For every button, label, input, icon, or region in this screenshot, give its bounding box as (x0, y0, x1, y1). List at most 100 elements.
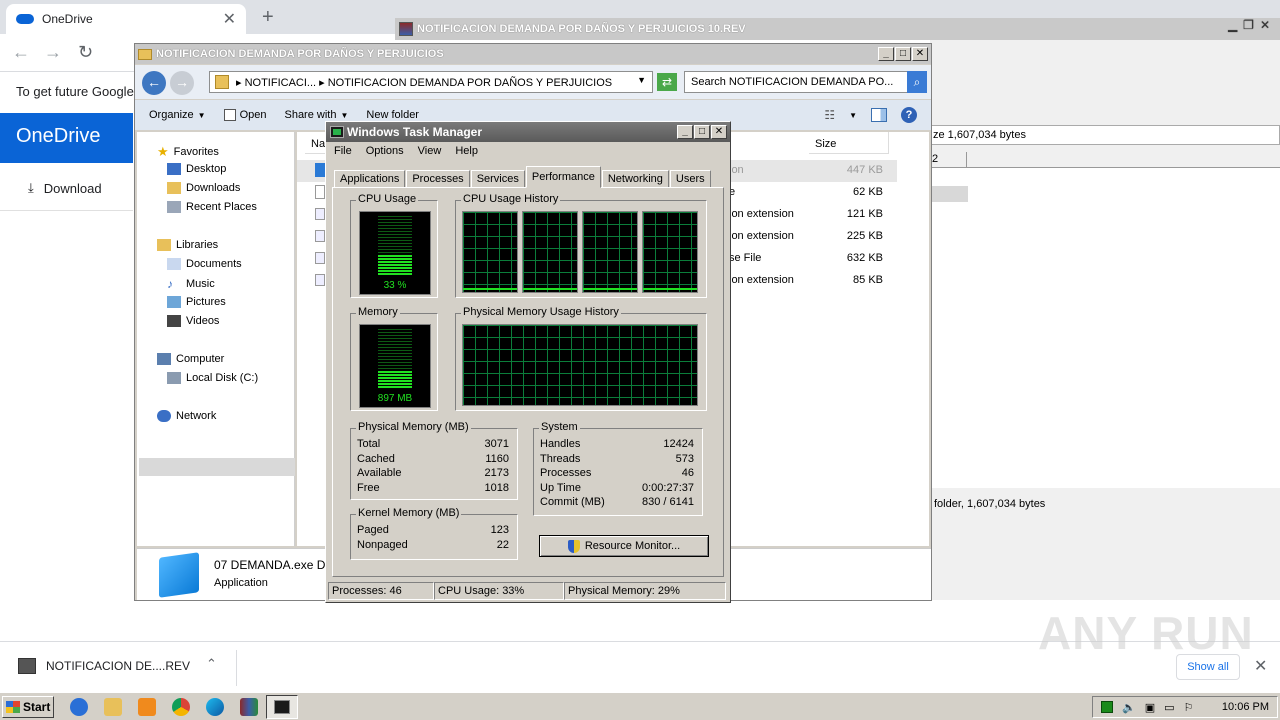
task-manager-taskbar-button[interactable] (266, 695, 298, 719)
winrar-icon[interactable] (240, 698, 258, 716)
menu-options[interactable]: Options (366, 145, 404, 160)
cpu-tray-icon[interactable] (1101, 701, 1113, 713)
resource-monitor-button[interactable]: Resource Monitor... (539, 535, 709, 557)
onedrive-cloud-icon (16, 14, 34, 24)
minimize-button[interactable]: _ (878, 47, 894, 61)
nav-item-downloads[interactable]: Downloads (167, 182, 240, 194)
stat-label: Up Time (540, 482, 581, 494)
tab-performance[interactable]: Performance (525, 166, 601, 188)
start-label: Start (23, 700, 51, 714)
memory-group: Memory 897 MB (350, 306, 438, 411)
close-button[interactable]: ✕ (912, 47, 928, 61)
cpu-usage-meter: 33 % (359, 211, 431, 295)
menu-help[interactable]: Help (455, 145, 478, 160)
back-arrow-icon[interactable]: ← (142, 71, 166, 95)
chrome-icon[interactable] (172, 698, 190, 716)
flag-icon[interactable]: ⚐ (1184, 701, 1194, 714)
column-header-size[interactable]: Size (809, 132, 889, 154)
winrar-window-controls: ▁ ❐ ✕ (1228, 18, 1270, 32)
stat-value: 123 (490, 524, 509, 536)
nav-label: Network (176, 410, 217, 422)
nav-item-network[interactable]: Network (157, 410, 216, 422)
stat-value: 573 (675, 453, 694, 465)
minimize-icon[interactable]: ▁ (1228, 18, 1237, 32)
cpu-usage-value: 33 % (383, 280, 407, 291)
performance-panel: CPU Usage 33 % CPU Usage History Memory … (332, 187, 724, 577)
tab-users[interactable]: Users (669, 170, 711, 188)
restore-icon[interactable]: ❐ (1243, 18, 1254, 32)
help-icon[interactable]: ? (901, 107, 917, 123)
onedrive-download-button[interactable]: ⤓ Download (28, 180, 102, 196)
nav-item-libraries[interactable]: Libraries (157, 239, 218, 251)
stat-value: 22 (496, 539, 509, 551)
column-header-name[interactable]: Na (305, 132, 327, 154)
search-icon[interactable]: ⌕ (907, 71, 927, 93)
start-button[interactable]: Start (2, 696, 54, 718)
chevron-down-icon[interactable]: ▼ (849, 111, 857, 120)
internet-explorer-icon[interactable] (70, 698, 88, 716)
view-list-icon[interactable]: ☷ (824, 108, 835, 122)
open-button[interactable]: Open (223, 109, 266, 121)
display-icon[interactable]: ▭ (1164, 701, 1174, 714)
minimize-button[interactable]: _ (677, 125, 693, 139)
nav-item-desktop[interactable]: Desktop (167, 163, 226, 175)
stat-value: 3071 (484, 438, 509, 450)
address-path: ▸ NOTIFICACI... ▸ NOTIFICACION DEMANDA P… (236, 77, 613, 89)
nav-item-favorites[interactable]: ★ Favorites (157, 144, 219, 160)
chevron-down-icon[interactable]: ▼ (637, 75, 646, 85)
new-folder-button[interactable]: New folder (366, 109, 419, 121)
search-input[interactable]: Search NOTIFICACION DEMANDA PO... (684, 71, 908, 93)
nav-item-recent-places[interactable]: Recent Places (167, 201, 257, 213)
browser-reload-icon[interactable]: ↻ (78, 42, 93, 63)
tab-networking[interactable]: Networking (601, 170, 669, 188)
physical-memory-label: Physical Memory (MB) (356, 421, 471, 433)
maximize-button[interactable]: □ (895, 47, 911, 61)
stat-value: 0:00:27:37 (642, 482, 694, 494)
maximize-button[interactable]: □ (694, 125, 710, 139)
nav-item-pictures[interactable]: Pictures (167, 296, 226, 308)
windows-logo-icon (6, 701, 20, 713)
tab-processes[interactable]: Processes (406, 170, 470, 188)
menu-view[interactable]: View (418, 145, 442, 160)
nav-item-computer[interactable]: Computer (157, 353, 224, 365)
task-manager-menu-bar: File Options View Help (326, 142, 730, 160)
forward-arrow-icon[interactable]: → (170, 71, 194, 95)
cpu-usage-label: CPU Usage (356, 193, 419, 205)
task-manager-title-bar: Windows Task Manager (326, 122, 730, 142)
close-tab-icon[interactable]: ✕ (223, 9, 236, 29)
tab-applications[interactable]: Applications (334, 170, 406, 188)
browser-back-icon[interactable]: ← (12, 42, 30, 63)
nav-item-local-disk[interactable]: Local Disk (C:) (167, 372, 258, 384)
close-icon[interactable]: ✕ (1260, 18, 1270, 32)
download-item[interactable]: NOTIFICACION DE....REV (18, 658, 190, 674)
tab-services[interactable]: Services (470, 170, 525, 188)
browser-forward-icon[interactable]: → (44, 42, 62, 63)
task-manager-icon (330, 126, 344, 138)
edge-icon[interactable] (206, 698, 224, 716)
preview-pane-icon[interactable] (871, 108, 887, 122)
network-tray-icon[interactable]: ▣ (1145, 701, 1155, 714)
task-manager-icon (274, 700, 290, 714)
nav-item-documents[interactable]: Documents (167, 258, 242, 270)
download-icon: ⤓ (28, 180, 34, 195)
address-input[interactable]: ▸ NOTIFICACI... ▸ NOTIFICACION DEMANDA P… (209, 71, 653, 93)
new-tab-icon[interactable]: + (262, 6, 274, 29)
organize-button[interactable]: Organize ▼ (149, 109, 206, 121)
winrar-file-list[interactable] (930, 168, 1280, 488)
refresh-icon[interactable]: ⇄ (657, 73, 677, 91)
browser-tab-onedrive[interactable]: OneDrive ✕ (6, 4, 246, 34)
file-explorer-icon[interactable] (104, 698, 122, 716)
nav-item-music[interactable]: ♪ Music (167, 277, 215, 291)
close-shelf-icon[interactable]: ✕ (1254, 656, 1267, 676)
close-button[interactable]: ✕ (711, 125, 727, 139)
menu-file[interactable]: File (334, 145, 352, 160)
nav-label: Downloads (186, 182, 241, 194)
share-with-button[interactable]: Share with ▼ (284, 109, 348, 121)
volume-icon[interactable]: 🔈 (1122, 701, 1136, 714)
explorer-address-bar: ← → ▸ NOTIFICACI... ▸ NOTIFICACION DEMAN… (135, 65, 931, 99)
chevron-up-icon[interactable]: ⌃ (206, 656, 217, 672)
nav-item-videos[interactable]: Videos (167, 315, 219, 327)
winrar-selected-row[interactable] (930, 186, 968, 202)
media-player-icon[interactable] (138, 698, 156, 716)
view-controls: ☷ ▼ ? (824, 107, 917, 123)
